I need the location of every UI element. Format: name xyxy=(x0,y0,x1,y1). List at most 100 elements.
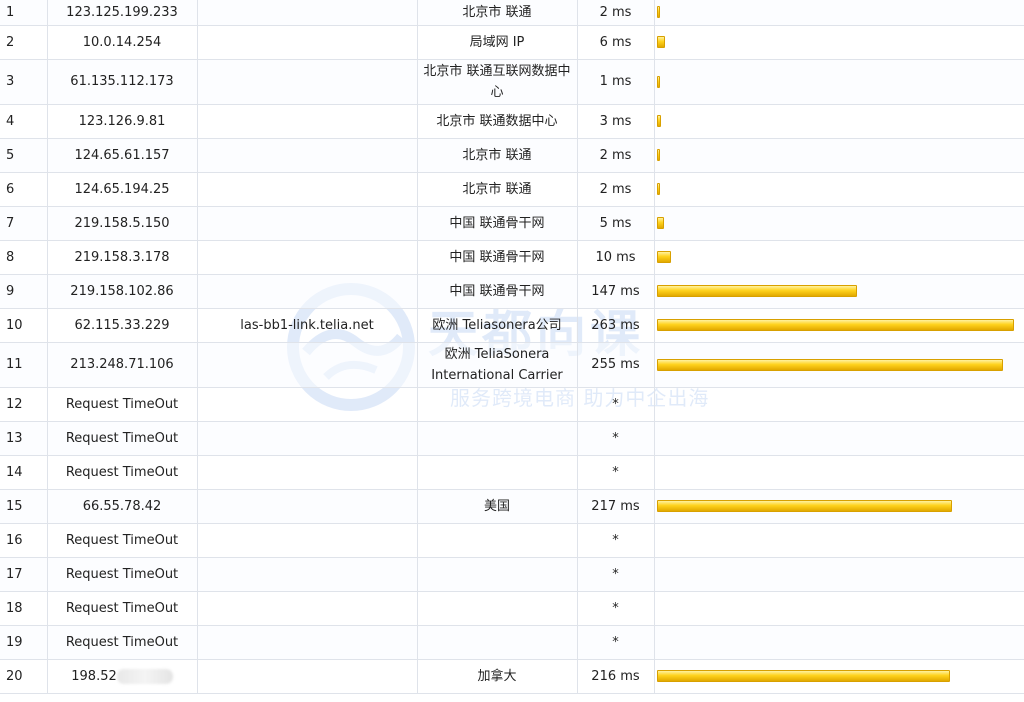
hop-row: 17 Request TimeOut * xyxy=(0,557,1024,592)
hop-latency-bar-cell xyxy=(654,308,1024,343)
hop-latency-bar-cell xyxy=(654,25,1024,60)
hop-latency-bar-cell xyxy=(654,138,1024,173)
hop-row: 9 219.158.102.86 中国 联通骨干网 147 ms xyxy=(0,274,1024,309)
hop-hostname xyxy=(197,489,418,524)
hop-ip: Request TimeOut xyxy=(47,557,198,592)
hop-ip: Request TimeOut xyxy=(47,455,198,490)
hop-location: 美国 xyxy=(417,489,578,524)
hop-location: 中国 联通骨干网 xyxy=(417,240,578,275)
hop-latency: 1 ms xyxy=(577,59,655,105)
hop-row: 2 10.0.14.254 局域网 IP 6 ms xyxy=(0,25,1024,60)
hop-ip: 213.248.71.106 xyxy=(47,342,198,388)
hop-latency-bar-cell xyxy=(654,206,1024,241)
hop-hostname xyxy=(197,206,418,241)
hop-row: 6 124.65.194.25 北京市 联通 2 ms xyxy=(0,172,1024,207)
hop-latency-bar-cell xyxy=(654,104,1024,139)
hop-row: 10 62.115.33.229 las-bb1-link.telia.net 欧洲 … xyxy=(0,308,1024,343)
hop-location xyxy=(417,625,578,660)
hop-location xyxy=(417,455,578,490)
hop-hostname xyxy=(197,625,418,660)
hop-location xyxy=(417,387,578,422)
hop-location: 北京市 联通 xyxy=(417,0,578,26)
hop-ip: 124.65.61.157 xyxy=(47,138,198,173)
hop-hostname: las-bb1-link.telia.net xyxy=(197,308,418,343)
latency-bar xyxy=(656,149,660,161)
hop-ip: Request TimeOut xyxy=(47,591,198,626)
hop-ip: 198.52 xyxy=(47,659,198,694)
hop-row: 7 219.158.5.150 中国 联通骨干网 5 ms xyxy=(0,206,1024,241)
hop-hostname xyxy=(197,104,418,139)
hop-location xyxy=(417,421,578,456)
hop-row: 11 213.248.71.106 欧洲 TeliaSonera Internati… xyxy=(0,342,1024,388)
hop-row: 12 Request TimeOut * xyxy=(0,387,1024,422)
hop-latency: * xyxy=(577,625,655,660)
hop-number: 16 xyxy=(0,523,48,558)
hop-latency: 255 ms xyxy=(577,342,655,388)
hop-number: 14 xyxy=(0,455,48,490)
hop-hostname xyxy=(197,387,418,422)
hop-latency: 5 ms xyxy=(577,206,655,241)
hop-hostname xyxy=(197,455,418,490)
hop-hostname xyxy=(197,557,418,592)
latency-bar xyxy=(656,251,671,263)
hop-location: 欧洲 Teliasonera公司 xyxy=(417,308,578,343)
hop-row: 15 66.55.78.42 美国 217 ms xyxy=(0,489,1024,524)
latency-bar xyxy=(656,183,660,195)
hop-latency: * xyxy=(577,387,655,422)
redacted-ip-blur xyxy=(116,668,173,684)
hop-location: 北京市 联通 xyxy=(417,138,578,173)
hop-latency: 6 ms xyxy=(577,25,655,60)
hop-ip: 123.125.199.233 xyxy=(47,0,198,26)
hop-latency-bar-cell xyxy=(654,421,1024,456)
hop-hostname xyxy=(197,342,418,388)
hop-latency-bar-cell xyxy=(654,240,1024,275)
hop-latency-bar-cell xyxy=(654,274,1024,309)
hop-number: 4 xyxy=(0,104,48,139)
hop-latency-bar-cell xyxy=(654,342,1024,388)
hop-ip-text: 198.52 xyxy=(71,668,117,684)
latency-bar xyxy=(656,319,1014,331)
hop-location: 北京市 联通数据中心 xyxy=(417,104,578,139)
hop-latency-bar-cell xyxy=(654,523,1024,558)
hop-ip: Request TimeOut xyxy=(47,387,198,422)
hop-ip: 123.126.9.81 xyxy=(47,104,198,139)
hop-latency: 147 ms xyxy=(577,274,655,309)
hop-latency: * xyxy=(577,557,655,592)
hop-row: 3 61.135.112.173 北京市 联通互联网数据中心 1 ms xyxy=(0,59,1024,105)
hop-latency: 2 ms xyxy=(577,0,655,26)
hop-latency-bar-cell xyxy=(654,387,1024,422)
hop-latency-bar-cell xyxy=(654,59,1024,105)
hop-hostname xyxy=(197,523,418,558)
hop-row: 1 123.125.199.233 北京市 联通 2 ms xyxy=(0,0,1024,26)
hop-latency: 10 ms xyxy=(577,240,655,275)
hop-row: 5 124.65.61.157 北京市 联通 2 ms xyxy=(0,138,1024,173)
hop-latency: * xyxy=(577,455,655,490)
hop-number: 10 xyxy=(0,308,48,343)
latency-bar xyxy=(656,500,952,512)
hop-location: 中国 联通骨干网 xyxy=(417,206,578,241)
hop-hostname xyxy=(197,0,418,26)
hop-number: 5 xyxy=(0,138,48,173)
latency-bar xyxy=(656,75,660,88)
hop-location xyxy=(417,523,578,558)
hop-hostname xyxy=(197,172,418,207)
hop-ip: 219.158.5.150 xyxy=(47,206,198,241)
hop-latency-bar-cell xyxy=(654,172,1024,207)
hop-location: 加拿大 xyxy=(417,659,578,694)
traceroute-table: 1 123.125.199.233 北京市 联通 2 ms 2 10.0.14.254 局域… xyxy=(0,0,1024,694)
hop-row: 16 Request TimeOut * xyxy=(0,523,1024,558)
hop-latency-bar-cell xyxy=(654,0,1024,26)
hop-number: 9 xyxy=(0,274,48,309)
hop-number: 11 xyxy=(0,342,48,388)
hop-ip: 10.0.14.254 xyxy=(47,25,198,60)
hop-number: 13 xyxy=(0,421,48,456)
hop-hostname xyxy=(197,591,418,626)
hop-hostname xyxy=(197,240,418,275)
hop-ip: 62.115.33.229 xyxy=(47,308,198,343)
hop-number: 18 xyxy=(0,591,48,626)
hop-latency: 263 ms xyxy=(577,308,655,343)
hop-location: 欧洲 TeliaSonera International Carrier xyxy=(417,342,578,388)
hop-location: 北京市 联通 xyxy=(417,172,578,207)
hop-latency: * xyxy=(577,523,655,558)
hop-number: 15 xyxy=(0,489,48,524)
